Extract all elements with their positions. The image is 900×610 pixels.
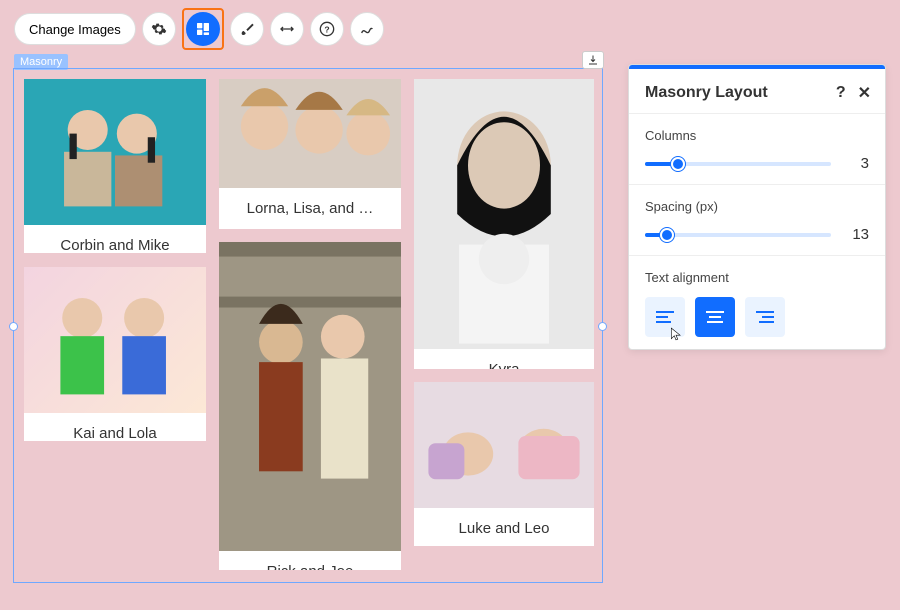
columns-slider[interactable] <box>645 162 831 166</box>
layout-button[interactable] <box>186 12 220 46</box>
spacing-value: 13 <box>845 226 869 243</box>
spacing-section: Spacing (px) 13 <box>629 185 885 255</box>
masonry-canvas[interactable]: Corbin and Mike Lorna, Lisa, and … Kyra … <box>13 68 603 583</box>
spacing-label: Spacing (px) <box>645 199 869 214</box>
panel-help-button[interactable]: ? <box>836 84 846 102</box>
spacing-slider[interactable] <box>645 233 831 237</box>
photo <box>219 242 401 551</box>
photo <box>219 79 401 188</box>
gallery-card[interactable]: Luke and Leo <box>414 382 594 546</box>
layout-icon <box>195 21 211 37</box>
animation-icon <box>359 21 375 37</box>
align-right-button[interactable] <box>745 297 785 337</box>
alignment-section: Text alignment <box>629 256 885 349</box>
change-images-button[interactable]: Change Images <box>14 13 136 45</box>
columns-value: 3 <box>845 155 869 172</box>
alignment-label: Text alignment <box>645 270 869 285</box>
gallery-card[interactable]: Kyra <box>414 79 594 369</box>
svg-text:?: ? <box>324 24 329 34</box>
photo <box>24 267 206 413</box>
photo <box>414 79 594 349</box>
panel-header: Masonry Layout ? ✕ <box>629 69 885 113</box>
settings-gear-button[interactable] <box>142 12 176 46</box>
caption: Kai and Lola <box>24 413 206 441</box>
stretch-icon <box>279 21 295 37</box>
gallery-card[interactable]: Corbin and Mike <box>24 79 206 253</box>
align-center-button[interactable] <box>695 297 735 337</box>
download-icon <box>587 54 599 66</box>
photo <box>24 79 206 225</box>
layout-settings-panel: Masonry Layout ? ✕ Columns 3 Spacing (px… <box>628 64 886 350</box>
design-brush-button[interactable] <box>230 12 264 46</box>
help-icon: ? <box>319 21 335 37</box>
panel-close-button[interactable]: ✕ <box>858 83 871 103</box>
caption: Corbin and Mike <box>24 225 206 253</box>
layout-button-highlight <box>182 8 224 50</box>
stretch-button[interactable] <box>270 12 304 46</box>
caption: Lorna, Lisa, and … <box>219 188 401 229</box>
align-left-button[interactable] <box>645 297 685 337</box>
caption: Rick and Joe <box>219 551 401 570</box>
columns-label: Columns <box>645 128 869 143</box>
masonry-grid: Corbin and Mike Lorna, Lisa, and … Kyra … <box>24 79 592 572</box>
align-right-icon <box>756 310 774 324</box>
gallery-card[interactable]: Rick and Joe <box>219 242 401 570</box>
resize-handle-right[interactable] <box>598 322 607 331</box>
animation-button[interactable] <box>350 12 384 46</box>
columns-section: Columns 3 <box>629 114 885 184</box>
resize-handle-left[interactable] <box>9 322 18 331</box>
help-button[interactable]: ? <box>310 12 344 46</box>
caption: Luke and Leo <box>414 508 594 546</box>
align-left-icon <box>656 310 674 324</box>
gallery-card[interactable]: Kai and Lola <box>24 267 206 441</box>
brush-icon <box>239 21 255 37</box>
caption: Kyra <box>414 349 594 369</box>
align-center-icon <box>706 310 724 324</box>
photo <box>414 382 594 508</box>
anchor-button[interactable] <box>582 51 604 69</box>
panel-title: Masonry Layout <box>645 84 768 102</box>
toolbar: Change Images ? <box>14 8 384 50</box>
gallery-card[interactable]: Lorna, Lisa, and … <box>219 79 401 229</box>
gear-icon <box>151 21 167 37</box>
